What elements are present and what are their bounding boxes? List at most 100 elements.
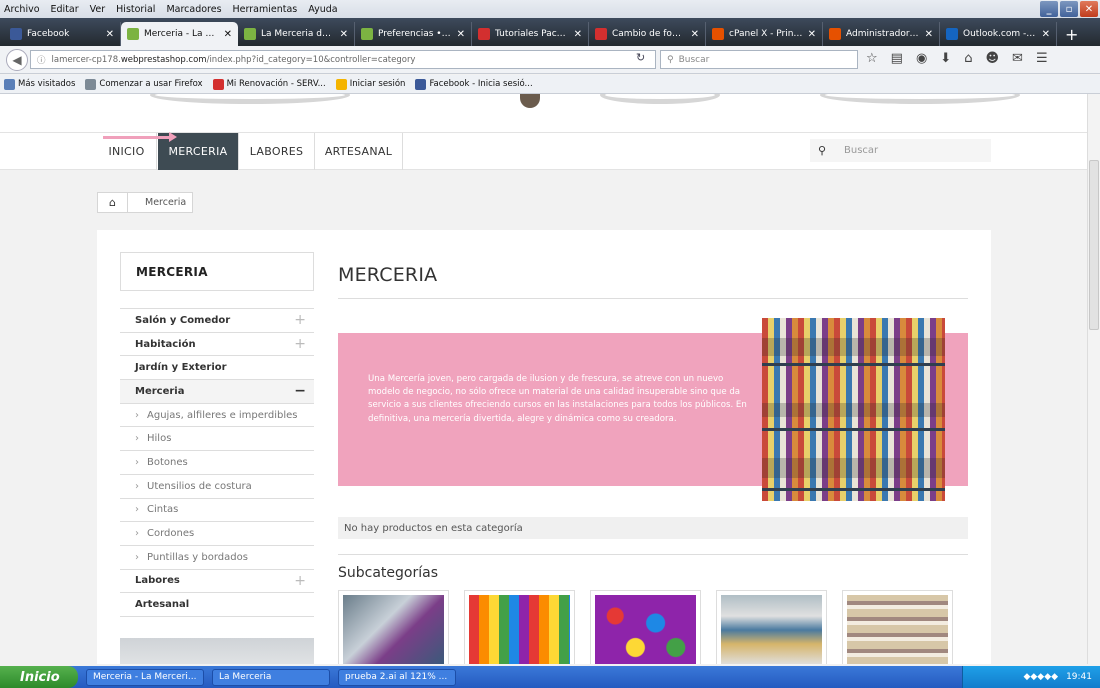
close-tab-icon[interactable]: ✕ bbox=[457, 29, 465, 40]
close-window-button[interactable]: ✕ bbox=[1080, 1, 1098, 17]
category-label: Agujas, alfileres e imperdibles bbox=[147, 409, 298, 421]
expand-plus-icon[interactable]: + bbox=[294, 336, 306, 352]
expand-plus-icon[interactable]: + bbox=[294, 573, 306, 589]
category-photo bbox=[762, 318, 945, 501]
back-button[interactable]: ◀ bbox=[6, 48, 28, 71]
expand-plus-icon[interactable]: + bbox=[294, 312, 306, 328]
category-link[interactable]: Salón y Comedor + bbox=[120, 308, 314, 332]
search-icon: ⚲ bbox=[667, 54, 674, 65]
category-description: Una Mercería joven, pero cargada de ilus… bbox=[368, 374, 747, 424]
bookmark-item[interactable]: Iniciar sesión bbox=[335, 78, 405, 90]
browser-tab[interactable]: Outlook.com - julia... ✕ bbox=[940, 22, 1057, 46]
browser-search-input[interactable]: ⚲ Buscar bbox=[660, 50, 858, 69]
menu-archivo[interactable]: Archivo bbox=[4, 4, 40, 15]
close-tab-icon[interactable]: ✕ bbox=[106, 29, 114, 40]
collapse-minus-icon[interactable]: − bbox=[294, 383, 306, 399]
shop-search-placeholder: Buscar bbox=[844, 145, 879, 156]
browser-tab[interactable]: Cambio de fondo (... ✕ bbox=[589, 22, 706, 46]
pocket-icon[interactable]: ◉ bbox=[916, 51, 927, 66]
subcategory-link[interactable]: › Cordones bbox=[120, 521, 314, 545]
subcategory-thumb-hilos[interactable] bbox=[464, 590, 575, 664]
subcategory-link[interactable]: › Hilos bbox=[120, 426, 314, 450]
category-link[interactable]: Artesanal bbox=[120, 592, 314, 616]
maximize-button[interactable]: ▫ bbox=[1060, 1, 1078, 17]
menu-marcadores[interactable]: Marcadores bbox=[166, 4, 221, 15]
close-tab-icon[interactable]: ✕ bbox=[925, 29, 933, 40]
subcategory-link[interactable]: › Utensilios de costura bbox=[120, 473, 314, 498]
browser-tab[interactable]: Administrador de a... ✕ bbox=[823, 22, 940, 46]
bookmark-item[interactable]: Facebook - Inicia sesió... bbox=[415, 78, 533, 90]
browser-menubar: Archivo Editar Ver Historial Marcadores … bbox=[0, 0, 1100, 18]
minimize-button[interactable]: _ bbox=[1040, 1, 1058, 17]
shop-search-input[interactable]: ⚲ Buscar bbox=[810, 139, 991, 162]
tray-icons[interactable]: ◆◆◆◆◆ bbox=[1023, 672, 1058, 682]
home-icon[interactable]: ⌂ bbox=[98, 193, 128, 212]
category-link[interactable]: Jardín y Exterior bbox=[120, 355, 314, 379]
page-scrollbar[interactable] bbox=[1087, 94, 1100, 664]
bookmark-item[interactable]: Mi Renovación - SERV... bbox=[212, 78, 326, 90]
taskbar-item-firefox[interactable]: Merceria - La Merceri... bbox=[86, 668, 204, 686]
reload-icon[interactable]: ↻ bbox=[636, 51, 645, 64]
reading-list-icon[interactable]: ▤ bbox=[891, 51, 903, 66]
menu-labores[interactable]: LABORES bbox=[239, 133, 315, 170]
chat-icon[interactable]: ☻ bbox=[985, 51, 999, 66]
bookmark-label: Mi Renovación - SERV... bbox=[226, 79, 326, 89]
menu-editar[interactable]: Editar bbox=[51, 4, 79, 15]
chevron-right-icon: › bbox=[135, 480, 139, 492]
category-label: Cintas bbox=[147, 504, 179, 516]
browser-tab[interactable]: Tutoriales Packs ... ✕ bbox=[472, 22, 589, 46]
category-link[interactable]: Labores + bbox=[120, 568, 314, 593]
info-icon[interactable]: ⓘ bbox=[37, 54, 46, 66]
close-tab-icon[interactable]: ✕ bbox=[808, 29, 816, 40]
browser-tab[interactable]: Preferencias • La ... ✕ bbox=[355, 22, 472, 46]
menu-artesanal[interactable]: ARTESANAL bbox=[315, 133, 403, 170]
category-link[interactable]: Habitación + bbox=[120, 331, 314, 356]
browser-tab[interactable]: cPanel X - Principal ✕ bbox=[706, 22, 823, 46]
download-icon[interactable]: ⬇ bbox=[940, 51, 951, 66]
category-label: Salón y Comedor bbox=[135, 314, 231, 326]
page-title: MERCERIA bbox=[338, 264, 438, 286]
bookmark-item[interactable]: Comenzar a usar Firefox bbox=[85, 78, 203, 90]
menu-ver[interactable]: Ver bbox=[90, 4, 106, 15]
new-tab-button[interactable]: + bbox=[1065, 22, 1078, 46]
close-tab-icon[interactable]: ✕ bbox=[224, 29, 232, 40]
taskbar-item-illustrator[interactable]: prueba 2.ai al 121% ... bbox=[338, 668, 456, 686]
close-tab-icon[interactable]: ✕ bbox=[691, 29, 699, 40]
close-tab-icon[interactable]: ✕ bbox=[1042, 29, 1050, 40]
photo-shelf bbox=[762, 488, 945, 491]
menu-herramientas[interactable]: Herramientas bbox=[233, 4, 298, 15]
subcategory-link[interactable]: › Agujas, alfileres e imperdibles bbox=[120, 402, 314, 427]
tab-label: Cambio de fondo (... bbox=[612, 29, 687, 39]
subcategory-thumb-agujas[interactable] bbox=[338, 590, 449, 664]
hamburger-menu-icon[interactable]: ☰ bbox=[1036, 51, 1048, 66]
search-icon[interactable]: ⚲ bbox=[810, 144, 834, 157]
category-link[interactable]: Merceria − bbox=[120, 379, 314, 403]
subcategory-link[interactable]: › Botones bbox=[120, 450, 314, 474]
menu-ayuda[interactable]: Ayuda bbox=[308, 4, 337, 15]
addon-icon[interactable]: ✉ bbox=[1012, 51, 1023, 66]
favicon-icon bbox=[946, 28, 958, 40]
close-tab-icon[interactable]: ✕ bbox=[340, 29, 348, 40]
url-rest: /index.php?id_category=10&controller=cat… bbox=[206, 54, 416, 65]
home-icon[interactable]: ⌂ bbox=[964, 51, 972, 66]
subcategory-thumb-botones[interactable] bbox=[590, 590, 701, 664]
close-tab-icon[interactable]: ✕ bbox=[574, 29, 582, 40]
subcategory-thumb-cintas[interactable] bbox=[842, 590, 953, 664]
bookmark-star-icon[interactable]: ☆ bbox=[866, 51, 878, 66]
page-content: INICIO MERCERIA LABORES ARTESANAL ⚲ Busc… bbox=[0, 94, 1087, 664]
subcategory-link[interactable]: › Cintas bbox=[120, 497, 314, 522]
subcategory-thumb-utensilios[interactable] bbox=[716, 590, 827, 664]
browser-tab[interactable]: La Merceria de M... ✕ bbox=[238, 22, 355, 46]
browser-tab[interactable]: Merceria - La Mer... ✕ bbox=[121, 22, 238, 46]
menu-historial[interactable]: Historial bbox=[116, 4, 155, 15]
clock: 19:41 bbox=[1066, 672, 1092, 682]
scrollbar-thumb[interactable] bbox=[1089, 160, 1099, 330]
browser-tab[interactable]: Facebook ✕ bbox=[4, 22, 121, 46]
bookmark-item[interactable]: Más visitados bbox=[4, 78, 75, 90]
start-button[interactable]: Inicio bbox=[0, 666, 78, 688]
subcategory-link[interactable]: › Puntillas y bordados bbox=[120, 544, 314, 569]
url-prefix: lamercer-cp178. bbox=[51, 54, 121, 65]
taskbar-item-folder[interactable]: La Merceria bbox=[212, 668, 330, 686]
system-tray: ◆◆◆◆◆ 19:41 bbox=[962, 666, 1100, 688]
url-bar[interactable]: ⓘ lamercer-cp178. webprestashop.com/index… bbox=[30, 50, 656, 69]
